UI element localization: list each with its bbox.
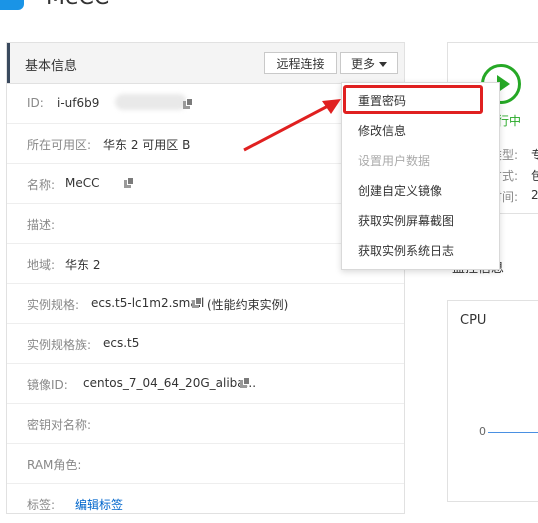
annotation-arrow [243, 99, 341, 152]
